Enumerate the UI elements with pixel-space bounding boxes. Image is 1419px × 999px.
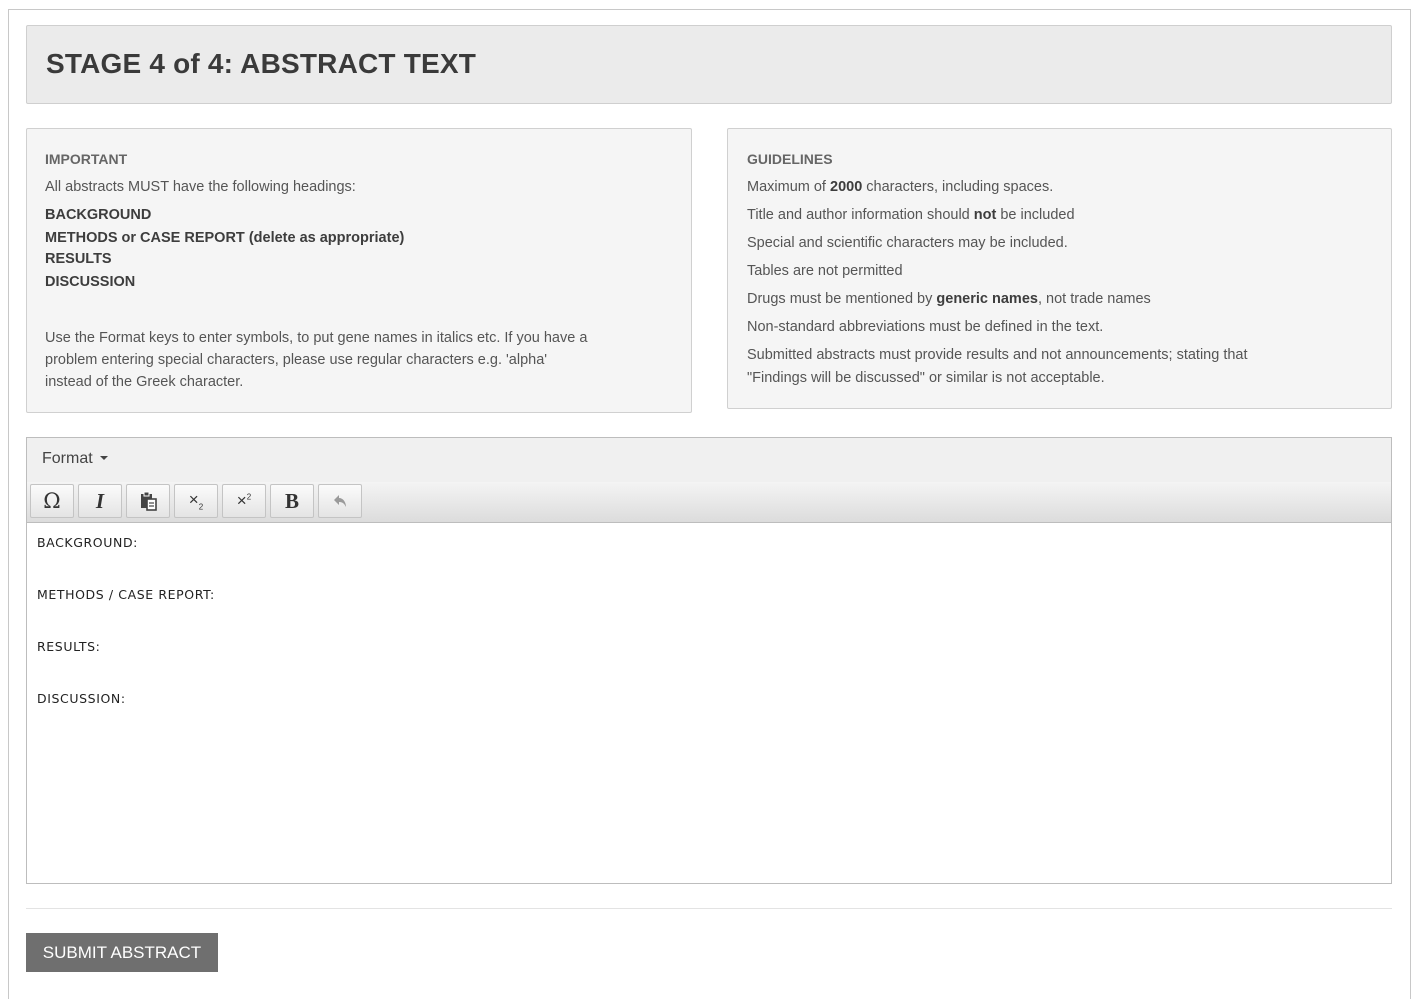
subscript-icon: ×2 — [188, 490, 204, 512]
content-line-results: RESULTS: — [37, 639, 101, 654]
guideline-max-chars: Maximum of 2000 characters, including sp… — [747, 179, 1054, 195]
paste-icon — [141, 491, 157, 511]
guideline-abbreviations: Non-standard abbreviations must be defin… — [747, 319, 1104, 335]
required-heading-methods: METHODS or CASE REPORT (delete as approp… — [45, 230, 405, 246]
submit-abstract-button[interactable]: SUBMIT ABSTRACT — [26, 933, 218, 972]
caret-down-icon — [99, 456, 108, 460]
divider — [26, 908, 1392, 909]
stage-header: STAGE 4 of 4: ABSTRACT TEXT — [26, 25, 1392, 104]
editor-toolbar: Ω I ×2 ×2 B — [27, 482, 1391, 523]
important-panel: IMPORTANT All abstracts MUST have the fo… — [26, 128, 692, 413]
superscript-icon: ×2 — [236, 491, 252, 510]
guideline-title-author: Title and author information should not … — [747, 207, 1075, 223]
required-heading-background: BACKGROUND — [45, 207, 152, 223]
format-note-line-1: Use the Format keys to enter symbols, to… — [45, 330, 588, 346]
italic-icon: I — [95, 488, 105, 513]
bold-button[interactable]: B — [270, 484, 314, 518]
important-intro: All abstracts MUST have the following he… — [45, 179, 356, 195]
content-line-methods: METHODS / CASE REPORT: — [37, 587, 215, 602]
editor-menubar: Format — [27, 438, 1391, 483]
paste-button[interactable] — [126, 484, 170, 518]
undo-button[interactable] — [318, 484, 362, 518]
guideline-tables: Tables are not permitted — [747, 263, 903, 279]
required-heading-results: RESULTS — [45, 251, 112, 267]
italic-button[interactable]: I — [78, 484, 122, 518]
bold-icon: B — [284, 488, 299, 513]
content-line-background: BACKGROUND: — [37, 535, 138, 550]
abstract-editor: Format Ω I ×2 ×2 B BACKGROUND: METHODS /… — [26, 437, 1392, 884]
guidelines-panel: GUIDELINES Maximum of 2000 characters, i… — [727, 128, 1392, 409]
page-title: STAGE 4 of 4: ABSTRACT TEXT — [46, 48, 477, 79]
guideline-drugs: Drugs must be mentioned by generic names… — [747, 291, 1151, 307]
omega-icon: Ω — [43, 489, 61, 513]
format-note-line-2: problem entering special characters, ple… — [45, 352, 548, 368]
guideline-special-chars: Special and scientific characters may be… — [747, 235, 1068, 251]
guidelines-heading: GUIDELINES — [747, 151, 833, 167]
special-character-button[interactable]: Ω — [30, 484, 74, 518]
important-heading: IMPORTANT — [45, 151, 128, 167]
required-heading-discussion: DISCUSSION — [45, 274, 136, 290]
guideline-submitted-line-2: "Findings will be discussed" or similar … — [747, 370, 1105, 386]
undo-icon — [334, 495, 346, 507]
format-menu[interactable]: Format — [42, 450, 108, 468]
guideline-submitted-line-1: Submitted abstracts must provide results… — [747, 347, 1248, 363]
content-line-discussion: DISCUSSION: — [37, 691, 126, 706]
format-note-line-3: instead of the Greek character. — [45, 374, 244, 390]
abstract-content-area[interactable]: BACKGROUND: METHODS / CASE REPORT: RESUL… — [27, 523, 1391, 883]
superscript-button[interactable]: ×2 — [222, 484, 266, 518]
subscript-button[interactable]: ×2 — [174, 484, 218, 518]
